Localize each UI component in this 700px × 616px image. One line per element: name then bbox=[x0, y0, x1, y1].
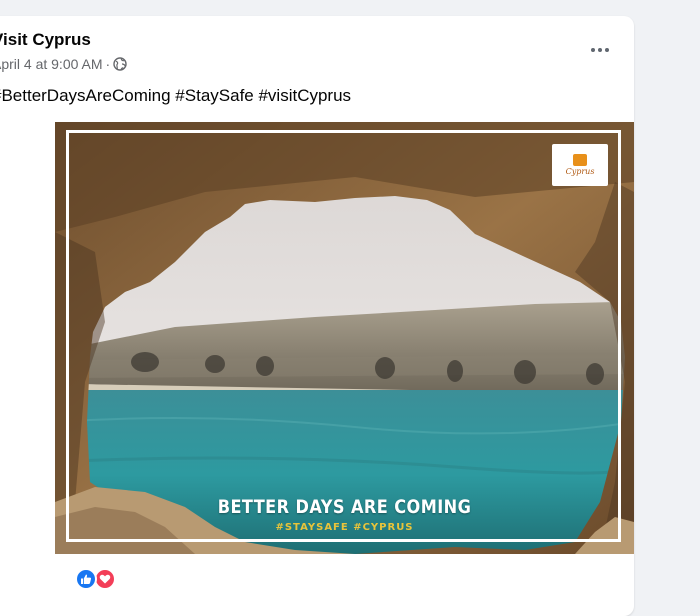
reaction-summary[interactable] bbox=[75, 568, 116, 590]
cyprus-logo: Cyprus bbox=[552, 144, 608, 186]
post-image[interactable]: Cyprus BETTER DAYS ARE COMING #STAYSAFE … bbox=[55, 122, 634, 554]
image-hashtags: #STAYSAFE #CYPRUS bbox=[275, 522, 414, 533]
post-author-name[interactable]: Visit Cyprus bbox=[0, 30, 91, 50]
globe-icon[interactable] bbox=[113, 57, 127, 71]
sun-logo-icon bbox=[573, 154, 587, 166]
more-options-button[interactable] bbox=[586, 40, 614, 60]
post-card: Visit Cyprus April 4 at 9:00 AM · #Bette… bbox=[0, 16, 634, 616]
post-timestamp[interactable]: April 4 at 9:00 AM bbox=[0, 56, 103, 72]
meta-separator: · bbox=[105, 56, 111, 72]
sea-cave-photo bbox=[55, 122, 634, 554]
image-headline: BETTER DAYS ARE COMING bbox=[217, 496, 472, 518]
logo-text: Cyprus bbox=[565, 167, 595, 176]
like-reaction-icon bbox=[75, 568, 97, 590]
post-meta: April 4 at 9:00 AM · bbox=[0, 56, 127, 72]
love-reaction-icon bbox=[94, 568, 116, 590]
post-text: #BetterDaysAreComing #StaySafe #visitCyp… bbox=[0, 86, 352, 105]
more-options-icon bbox=[591, 48, 595, 52]
